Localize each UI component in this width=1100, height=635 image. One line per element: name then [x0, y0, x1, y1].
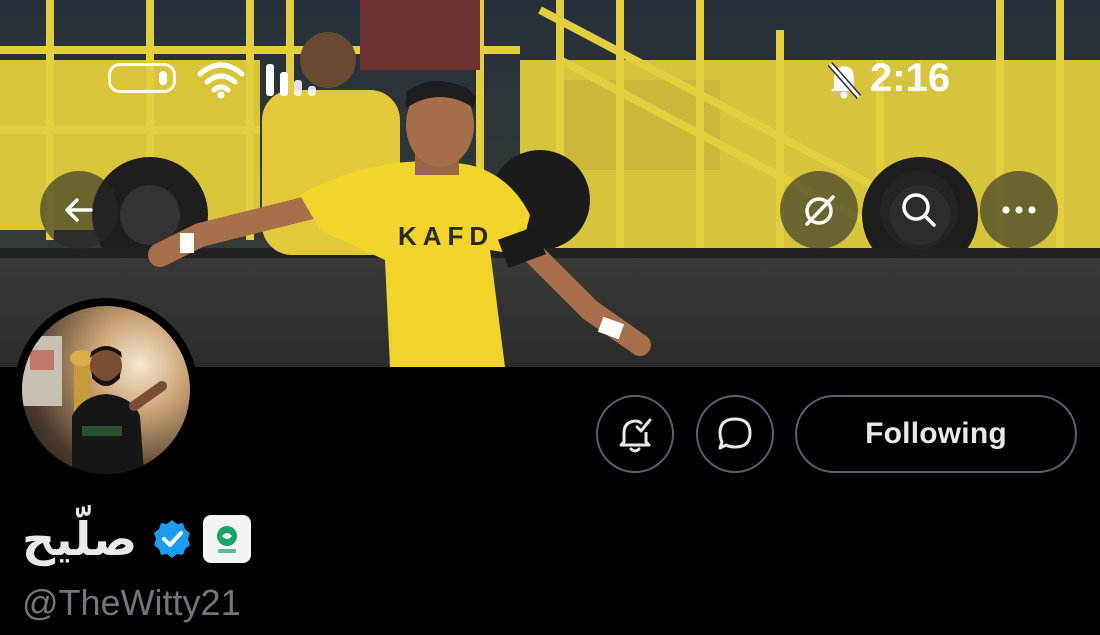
affiliate-badge-icon[interactable] — [203, 515, 252, 563]
jersey-text: KAFD — [398, 221, 494, 251]
notifications-button[interactable] — [596, 395, 674, 473]
back-button[interactable] — [40, 171, 118, 249]
avatar-photo — [22, 306, 190, 474]
status-bar: 2:16 — [0, 56, 1100, 104]
search-icon — [902, 193, 936, 227]
message-button[interactable] — [696, 395, 774, 473]
display-name: صلّيح — [22, 512, 138, 566]
avatar[interactable] — [14, 298, 198, 482]
grok-button[interactable] — [780, 171, 858, 249]
battery-icon — [108, 63, 176, 93]
bell-check-icon — [619, 418, 652, 453]
more-button[interactable] — [980, 171, 1058, 249]
bell-muted-icon — [827, 62, 862, 99]
signal-icon — [266, 64, 316, 96]
status-time: 2:16 — [870, 56, 951, 100]
following-label: Following — [865, 417, 1007, 450]
profile-name-row: صلّيح — [22, 508, 252, 570]
wifi-icon — [197, 62, 245, 99]
verified-badge-icon[interactable] — [151, 518, 193, 560]
message-bubble-icon — [718, 417, 752, 450]
profile-handle: @TheWitty21 — [22, 582, 241, 623]
search-button[interactable] — [880, 171, 958, 249]
grok-icon — [805, 195, 835, 226]
following-button[interactable]: Following — [795, 395, 1077, 473]
arrow-left-icon — [65, 198, 93, 222]
more-horizontal-icon — [1002, 206, 1036, 214]
